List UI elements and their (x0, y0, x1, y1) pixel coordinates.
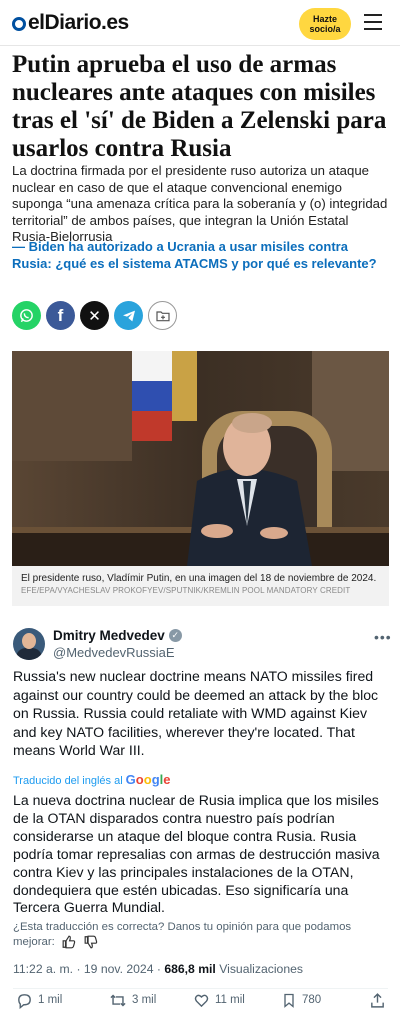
like-button[interactable]: 11 mil (193, 992, 245, 1009)
tweet-divider (13, 988, 388, 989)
telegram-share-button[interactable] (114, 301, 143, 330)
reply-button[interactable]: 1 mil (16, 992, 62, 1009)
article-photo (12, 351, 389, 566)
menu-icon[interactable] (364, 14, 382, 30)
photo-caption-box: El presidente ruso, Vladímir Putin, en u… (12, 566, 389, 606)
verified-badge-icon: ✓ (168, 629, 182, 642)
tweet-author-name: Dmitry Medvedev (53, 628, 165, 643)
bookmark-icon (284, 993, 294, 1008)
share-bar: f ✕ (12, 301, 177, 330)
embedded-tweet: Dmitry Medvedev ✓ @MedvedevRussiaE ••• R… (0, 615, 400, 1035)
translation-feedback: ¿Esta traducción es correcta? Danos tu o… (13, 920, 391, 950)
photo-caption: El presidente ruso, Vladímir Putin, en u… (21, 573, 377, 584)
thumbs-up-icon[interactable] (62, 935, 76, 949)
bookmark-button[interactable]: 780 (281, 992, 321, 1009)
retweet-button[interactable]: 3 mil (109, 992, 156, 1009)
like-count: 11 mil (215, 994, 245, 1006)
save-folder-icon (155, 310, 170, 321)
tweet-author-handle[interactable]: @MedvedevRussiaE (53, 645, 175, 660)
retweet-icon (110, 994, 126, 1006)
reply-icon (18, 993, 31, 1009)
translated-label: Traducido del inglés al (13, 775, 123, 787)
facebook-icon: f (57, 305, 64, 325)
reply-count: 1 mil (38, 994, 63, 1006)
site-logo[interactable]: elDiario.es (12, 11, 129, 35)
save-article-button[interactable] (148, 301, 177, 330)
share-icon (371, 992, 384, 1008)
thumbs-down-icon[interactable] (84, 935, 98, 949)
tweet-meta: 11:22 a. m. · 19 nov. 2024 · 686,8 mil V… (13, 962, 303, 976)
site-header: elDiario.es Hazte socio/a (0, 0, 400, 46)
tweet-author[interactable]: Dmitry Medvedev ✓ (53, 628, 182, 643)
avatar[interactable] (13, 628, 45, 660)
tweet-text: Russia's new nuclear doctrine means NATO… (13, 668, 379, 759)
tweet-views-label: Visualizaciones (219, 962, 303, 976)
putin-photo-illustration (12, 351, 389, 566)
facebook-share-button[interactable]: f (46, 301, 75, 330)
heart-icon (194, 994, 209, 1007)
retweet-count: 3 mil (132, 994, 157, 1006)
subscribe-button[interactable]: Hazte socio/a (299, 8, 351, 40)
bookmark-count: 780 (302, 994, 322, 1006)
tweet-view-count: 686,8 mil (164, 962, 216, 976)
whatsapp-share-button[interactable] (12, 301, 41, 330)
google-logo: Google (125, 772, 171, 787)
tweet-timestamp[interactable]: 11:22 a. m. · 19 nov. 2024 · (13, 962, 161, 976)
related-article-link[interactable]: — Biden ha autorizado a Ucrania a usar m… (12, 238, 390, 272)
whatsapp-icon (20, 309, 33, 323)
more-options-icon[interactable]: ••• (374, 629, 392, 645)
logo-text: elDiario.es (28, 10, 129, 34)
x-share-button[interactable]: ✕ (80, 301, 109, 330)
article-headline: Putin aprueba el uso de armas nucleares … (12, 51, 387, 162)
tweet-translation: La nueva doctrina nuclear de Rusia impli… (13, 792, 380, 916)
article-lead: La doctrina firmada por el presidente ru… (12, 163, 388, 244)
telegram-icon (122, 310, 135, 321)
logo-circle-icon (12, 16, 26, 31)
share-tweet-button[interactable] (369, 992, 386, 1009)
photo-credit: EFE/EPA/VYACHESLAV PROKOFYEV/SPUTNIK/KRE… (21, 586, 351, 595)
translation-attribution[interactable]: Traducido del inglés al Google (13, 772, 171, 787)
x-icon: ✕ (88, 307, 101, 325)
